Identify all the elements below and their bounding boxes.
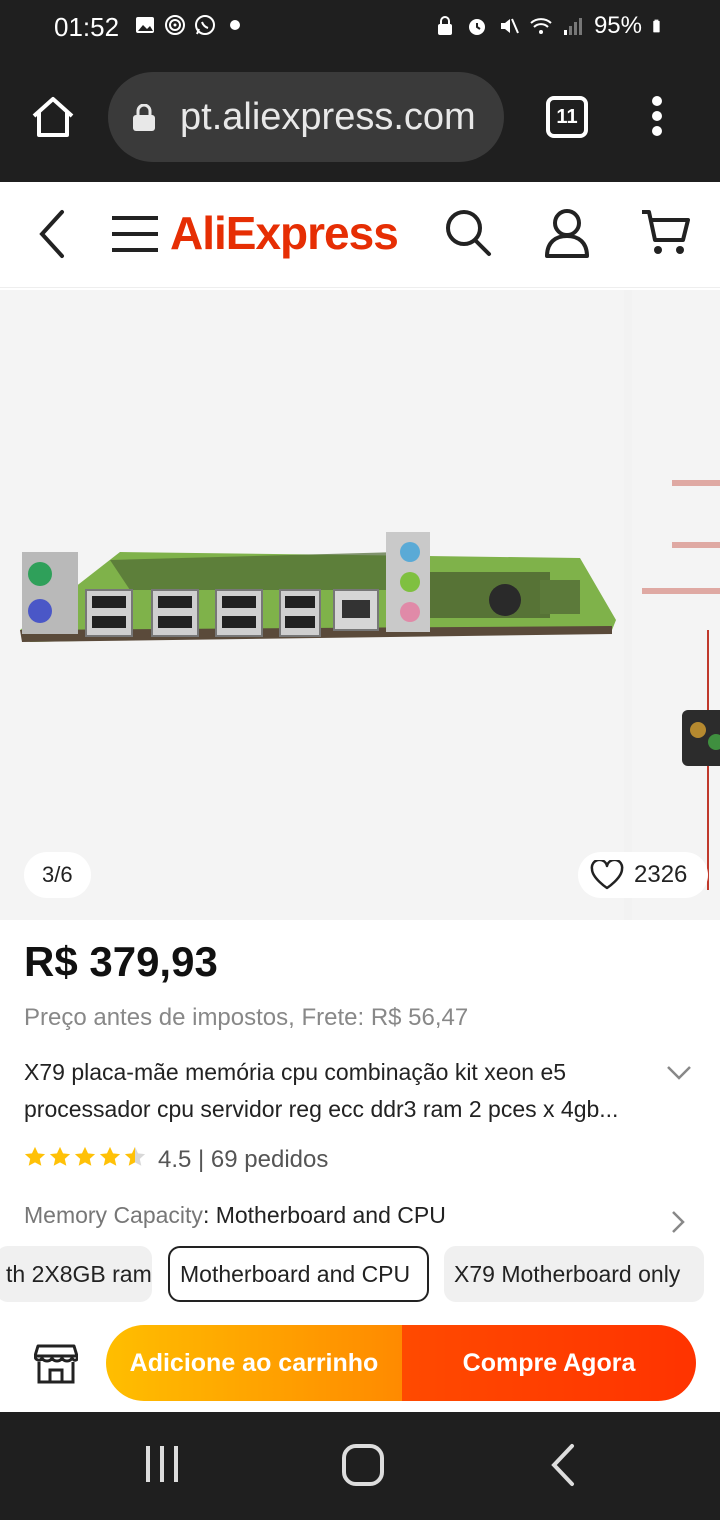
alarm-icon <box>468 19 485 35</box>
star-icon <box>99 1146 121 1166</box>
browser-toolbar: pt.aliexpress.com 11 <box>0 56 720 182</box>
recent-apps-icon[interactable] <box>140 1442 184 1486</box>
wifi-icon <box>530 18 552 34</box>
battery-icon <box>653 19 660 33</box>
rating-orders: 4.5 | 69 pedidos <box>158 1146 329 1173</box>
dot-notification-icon <box>230 20 240 30</box>
aliexpress-logo[interactable]: AliExpress <box>170 206 399 260</box>
back-icon[interactable] <box>36 208 68 260</box>
product-image[interactable] <box>0 290 624 920</box>
motherboard-image <box>20 532 616 642</box>
half-star-icon <box>124 1146 146 1166</box>
star-rating <box>24 1146 146 1168</box>
purchase-action-bar: Adicione ao carrinho Compre Agora <box>0 1312 720 1412</box>
heart-icon <box>590 860 624 890</box>
chevron-down-icon[interactable] <box>664 1060 694 1084</box>
system-icons: 95% <box>434 12 666 40</box>
wishlist-count: 2326 <box>634 861 688 888</box>
star-icon <box>49 1146 71 1166</box>
lock-status-icon <box>437 16 452 35</box>
variant-option-motherboard-only[interactable]: X79 Motherboard only <box>444 1246 704 1302</box>
next-product-image[interactable] <box>632 290 720 920</box>
search-icon[interactable] <box>444 208 492 258</box>
star-icon <box>24 1146 46 1166</box>
mute-icon <box>500 18 519 34</box>
home-icon[interactable] <box>28 92 78 142</box>
wishlist-button[interactable]: 2326 <box>578 852 708 898</box>
fingerprint-notification-icon <box>165 15 185 35</box>
variant-selector[interactable]: Memory Capacity: Motherboard and CPU <box>24 1202 446 1229</box>
url-text: pt.aliexpress.com <box>180 96 476 138</box>
diagram-image-preview <box>642 480 720 890</box>
hamburger-menu-icon[interactable] <box>112 216 158 252</box>
more-options-icon[interactable] <box>650 96 664 138</box>
notification-icons <box>134 14 246 36</box>
variant-label: Memory Capacity <box>24 1202 203 1228</box>
add-to-cart-button[interactable]: Adicione ao carrinho <box>106 1325 402 1401</box>
whatsapp-notification-icon <box>195 15 215 35</box>
product-price: R$ 379,93 <box>24 938 218 985</box>
lock-icon <box>133 104 155 131</box>
store-icon[interactable] <box>34 1342 78 1384</box>
image-counter: 3/6 <box>24 852 91 898</box>
system-navigation-bar <box>0 1412 720 1520</box>
back-nav-icon[interactable] <box>548 1442 580 1488</box>
tax-shipping-note: Preço antes de impostos, Frete: R$ 56,47 <box>24 1004 469 1031</box>
address-bar[interactable]: pt.aliexpress.com <box>108 72 504 162</box>
cart-icon[interactable] <box>640 208 690 256</box>
status-time: 01:52 <box>54 12 120 42</box>
tab-switcher-button[interactable]: 11 <box>546 96 588 138</box>
buy-now-button[interactable]: Compre Agora <box>402 1325 696 1401</box>
account-icon[interactable] <box>544 208 590 258</box>
status-bar: 01:52 95% <box>0 0 720 56</box>
variant-option-2x8gb[interactable]: th 2X8GB ram <box>0 1246 152 1302</box>
variant-option-motherboard-cpu[interactable]: Motherboard and CPU <box>168 1246 429 1302</box>
signal-icon <box>563 18 582 35</box>
star-icon <box>74 1146 96 1166</box>
variant-value: : Motherboard and CPU <box>202 1202 446 1228</box>
gallery-notification-icon <box>136 17 154 33</box>
home-nav-icon[interactable] <box>340 1442 386 1488</box>
battery-percent: 95% <box>593 12 642 39</box>
chevron-right-icon[interactable] <box>668 1208 688 1236</box>
product-image-gallery[interactable]: 3/6 2326 <box>0 290 720 920</box>
product-title[interactable]: X79 placa-mãe memória cpu combinação kit… <box>24 1054 644 1128</box>
